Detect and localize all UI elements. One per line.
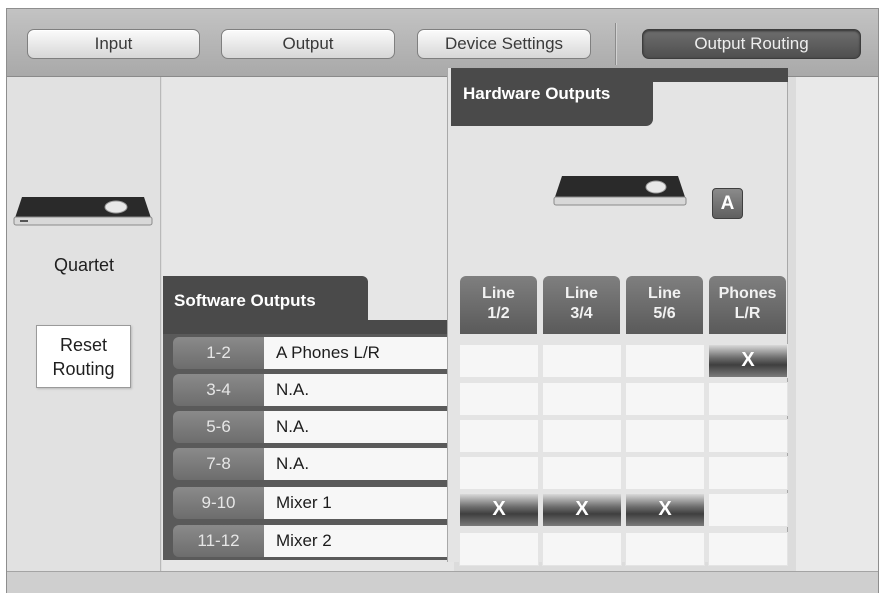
column-header-line-3-4: Line 3/4 <box>543 276 620 334</box>
channel-label: 1-2 <box>173 337 264 369</box>
routing-cell[interactable] <box>459 344 539 378</box>
tab-output[interactable]: Output <box>221 29 395 59</box>
column-header-line2: L/R <box>734 305 761 322</box>
routing-cell[interactable] <box>625 456 705 490</box>
channel-label: 7-8 <box>173 448 264 480</box>
column-header-line1: Phones <box>718 285 777 302</box>
output-a-badge[interactable]: A <box>712 188 743 219</box>
column-header-line2: 1/2 <box>487 305 510 322</box>
software-outputs-table: 1-2 A Phones L/R 3-4 N.A. 5-6 N.A. 7-8 N… <box>163 334 447 560</box>
audio-interface-icon <box>13 197 153 226</box>
column-header-line1: Line <box>482 285 515 302</box>
routing-cell[interactable] <box>542 382 622 416</box>
routing-cell[interactable] <box>625 382 705 416</box>
software-output-row: 3-4 N.A. <box>163 371 447 409</box>
routing-cell[interactable] <box>625 419 705 453</box>
device-sidebar: Quartet Reset Routing <box>7 77 161 571</box>
routing-cell[interactable] <box>542 344 622 378</box>
toolbar: Input Output Device Settings Output Rout… <box>7 9 878 77</box>
routing-cell[interactable] <box>542 419 622 453</box>
channel-name: A Phones L/R <box>264 337 447 369</box>
software-output-row: 1-2 A Phones L/R <box>163 334 447 372</box>
routing-cell-active[interactable]: X <box>459 493 539 527</box>
hardware-outputs-header: Hardware Outputs <box>451 68 653 126</box>
column-header-phones-l-r: Phones L/R <box>709 276 786 334</box>
routing-cell[interactable] <box>459 456 539 490</box>
routing-cell[interactable] <box>708 456 788 490</box>
channel-name: N.A. <box>264 374 447 406</box>
toolbar-divider <box>615 23 617 65</box>
status-bar <box>7 571 878 593</box>
routing-cell[interactable] <box>459 419 539 453</box>
routing-cell[interactable] <box>625 344 705 378</box>
routing-cell[interactable] <box>708 493 788 527</box>
column-header-line-5-6: Line 5/6 <box>626 276 703 334</box>
routing-cell-active[interactable]: X <box>625 493 705 527</box>
column-header-line2: 5/6 <box>653 305 676 322</box>
routing-cell[interactable] <box>708 382 788 416</box>
software-output-row: 7-8 N.A. <box>163 445 447 483</box>
channel-name: Mixer 2 <box>264 525 447 557</box>
routing-cell[interactable] <box>542 532 622 566</box>
column-header-line1: Line <box>648 285 681 302</box>
reset-routing-button[interactable]: Reset Routing <box>36 325 131 388</box>
device-name: Quartet <box>53 255 115 275</box>
column-header-line1: Line <box>565 285 598 302</box>
software-output-row: 5-6 N.A. <box>163 408 447 446</box>
routing-cell[interactable] <box>542 456 622 490</box>
software-output-row: 11-12 Mixer 2 <box>163 522 447 560</box>
channel-name: N.A. <box>264 411 447 443</box>
right-margin <box>796 77 878 571</box>
routing-cell[interactable] <box>459 382 539 416</box>
channel-label: 5-6 <box>173 411 264 443</box>
software-outputs-header: Software Outputs <box>163 276 368 322</box>
channel-name: N.A. <box>264 448 447 480</box>
channel-label: 3-4 <box>173 374 264 406</box>
routing-cell-active[interactable]: X <box>542 493 622 527</box>
tab-input[interactable]: Input <box>27 29 200 59</box>
routing-cell-active[interactable]: X <box>708 344 788 378</box>
tab-device-settings[interactable]: Device Settings <box>417 29 591 59</box>
routing-cell[interactable] <box>459 532 539 566</box>
tab-output-routing[interactable]: Output Routing <box>642 29 861 59</box>
audio-interface-icon <box>553 176 687 206</box>
channel-label: 9-10 <box>173 487 264 519</box>
channel-label: 11-12 <box>173 525 264 557</box>
column-header-line-1-2: Line 1/2 <box>460 276 537 334</box>
routing-cell[interactable] <box>708 532 788 566</box>
software-outputs-header-bar <box>163 320 447 334</box>
channel-name: Mixer 1 <box>264 487 447 519</box>
routing-cell[interactable] <box>708 419 788 453</box>
software-output-row: 9-10 Mixer 1 <box>163 484 447 522</box>
routing-cell[interactable] <box>625 532 705 566</box>
column-header-line2: 3/4 <box>570 305 593 322</box>
